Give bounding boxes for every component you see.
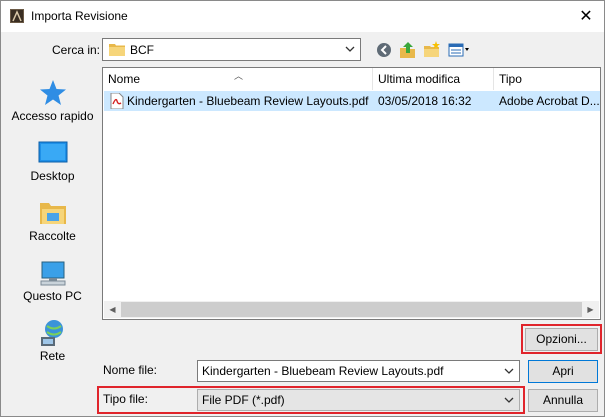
title-bar: Importa Revisione ✕ bbox=[1, 1, 604, 32]
column-header-name[interactable]: ︿ Nome bbox=[103, 68, 373, 90]
close-icon[interactable]: ✕ bbox=[568, 1, 604, 31]
column-header-type[interactable]: Tipo bbox=[494, 68, 600, 90]
open-button[interactable]: Apri bbox=[528, 360, 598, 383]
lookin-value: BCF bbox=[130, 43, 154, 57]
scroll-left-icon[interactable]: ◀ bbox=[104, 301, 121, 318]
filename-combo[interactable]: Kindergarten - Bluebeam Review Layouts.p… bbox=[197, 360, 520, 382]
place-label: Desktop bbox=[30, 169, 75, 183]
place-network[interactable]: Rete bbox=[7, 309, 98, 369]
file-type-cell: Adobe Acrobat D... bbox=[499, 94, 599, 108]
chevron-down-icon[interactable] bbox=[502, 393, 516, 407]
star-icon bbox=[40, 80, 66, 105]
place-quick-access[interactable]: Accesso rapido bbox=[7, 69, 98, 129]
network-icon bbox=[41, 320, 63, 346]
window-title: Importa Revisione bbox=[31, 9, 128, 23]
desktop-icon bbox=[38, 141, 68, 163]
import-revision-dialog: Importa Revisione ✕ Cerca in: BCF Access… bbox=[0, 0, 605, 417]
column-header-modified[interactable]: Ultima modifica bbox=[373, 68, 494, 90]
place-label: Rete bbox=[39, 349, 66, 363]
filename-label: Nome file: bbox=[103, 363, 158, 377]
filetype-select[interactable]: File PDF (*.pdf) bbox=[197, 389, 520, 411]
file-name-cell: Kindergarten - Bluebeam Review Layouts.p… bbox=[127, 94, 369, 108]
pdf-file-icon bbox=[110, 93, 124, 109]
lookin-dropdown[interactable]: BCF bbox=[102, 38, 361, 61]
places-bar: Accesso rapido Desktop Raccolte Questo P… bbox=[7, 69, 98, 365]
place-label: Questo PC bbox=[23, 289, 82, 303]
app-icon bbox=[10, 9, 24, 23]
filename-value: Kindergarten - Bluebeam Review Layouts.p… bbox=[202, 364, 444, 378]
file-modified-cell: 03/05/2018 16:32 bbox=[378, 94, 472, 108]
lookin-label: Cerca in: bbox=[52, 43, 101, 57]
filetype-value: File PDF (*.pdf) bbox=[202, 393, 285, 407]
libraries-icon bbox=[40, 203, 66, 224]
filetype-label: Tipo file: bbox=[103, 392, 148, 406]
new-folder-icon[interactable] bbox=[422, 40, 442, 60]
cancel-button[interactable]: Annulla bbox=[528, 389, 598, 412]
computer-icon bbox=[40, 261, 66, 286]
place-libraries[interactable]: Raccolte bbox=[7, 189, 98, 249]
view-menu-icon[interactable] bbox=[447, 40, 473, 60]
place-label: Raccolte bbox=[29, 229, 76, 243]
place-this-pc[interactable]: Questo PC bbox=[7, 249, 98, 309]
options-button[interactable]: Opzioni... bbox=[525, 328, 598, 351]
back-icon[interactable] bbox=[374, 40, 394, 60]
up-folder-icon[interactable] bbox=[398, 40, 418, 60]
sort-ascending-icon: ︿ bbox=[234, 71, 244, 81]
horizontal-scrollbar[interactable]: ◀ ▶ bbox=[104, 301, 599, 318]
place-label: Accesso rapido bbox=[11, 109, 94, 123]
scroll-right-icon[interactable]: ▶ bbox=[582, 301, 599, 318]
file-list[interactable]: ︿ Nome Ultima modifica Tipo Kindergarten… bbox=[102, 67, 601, 320]
folder-icon bbox=[109, 44, 125, 56]
scrollbar-thumb[interactable] bbox=[121, 302, 582, 317]
chevron-down-icon[interactable] bbox=[502, 364, 516, 378]
file-row[interactable]: Kindergarten - Bluebeam Review Layouts.p… bbox=[104, 91, 600, 111]
place-desktop[interactable]: Desktop bbox=[7, 129, 98, 189]
chevron-down-icon bbox=[345, 46, 355, 52]
